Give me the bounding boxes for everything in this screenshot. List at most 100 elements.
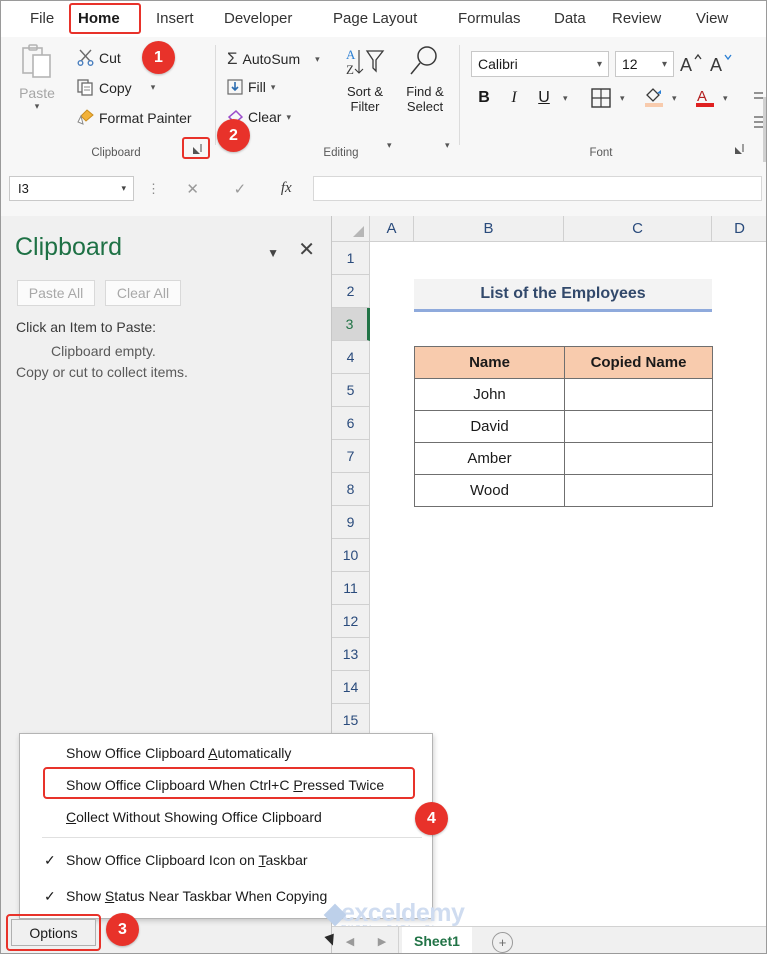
bold-button[interactable]: B [474, 87, 494, 109]
autosum-button[interactable]: Σ AutoSum ▾ [227, 49, 320, 69]
row-header-12[interactable]: 12 [332, 605, 370, 638]
sheet-nav-arrows[interactable]: ◀ ▶ [334, 927, 399, 953]
formula-input[interactable] [313, 176, 762, 201]
table-header-name[interactable]: Name [414, 346, 565, 379]
cell-copied-name-2[interactable] [564, 410, 713, 443]
tab-home[interactable]: Home [71, 5, 127, 31]
clear-all-button[interactable]: Clear All [105, 280, 181, 306]
sort-filter-button[interactable]: A Z Sort & Filter [337, 45, 393, 114]
row-header-7[interactable]: 7 [332, 440, 370, 473]
column-header-a[interactable]: A [370, 216, 414, 242]
row-header-8[interactable]: 8 [332, 473, 370, 506]
row-header-6[interactable]: 6 [332, 407, 370, 440]
sheet-title-cell[interactable]: List of the Employees [414, 279, 712, 312]
row-header-4[interactable]: 4 [332, 341, 370, 374]
autosum-chevron-down-icon[interactable]: ▾ [315, 54, 320, 65]
table-row: Amber [414, 442, 713, 475]
fill-color-chevron-down-icon[interactable]: ▾ [672, 93, 677, 104]
tab-file[interactable]: File [23, 5, 61, 31]
menu-item-show-automatically[interactable]: Show Office Clipboard Automatically [20, 737, 432, 769]
cell-name-3[interactable]: Amber [414, 442, 565, 475]
copy-button[interactable]: Copy ▾ [77, 79, 155, 96]
underline-button[interactable]: U [534, 87, 554, 109]
menu-item-show-status-near-taskbar[interactable]: ✓ Show Status Near Taskbar When Copying [20, 880, 432, 912]
increase-font-size-button[interactable]: A [679, 52, 703, 76]
clipboard-pane-close-icon[interactable]: ✕ [298, 237, 315, 262]
paste-all-button[interactable]: Paste All [17, 280, 95, 306]
name-box-chevron-down-icon[interactable]: ▾ [121, 183, 126, 194]
clear-chevron-down-icon[interactable]: ▾ [286, 112, 291, 123]
row-header-10[interactable]: 10 [332, 539, 370, 572]
column-header-d[interactable]: D [712, 216, 766, 242]
tab-page-layout[interactable]: Page Layout [326, 5, 424, 31]
fill-button[interactable]: Fill ▾ [227, 79, 275, 95]
cell-copied-name-4[interactable] [564, 474, 713, 507]
row-header-1[interactable]: 1 [332, 242, 370, 275]
row-header-11[interactable]: 11 [332, 572, 370, 605]
tab-data[interactable]: Data [547, 5, 593, 31]
underline-chevron-down-icon[interactable]: ▾ [563, 93, 568, 104]
menu-item-show-on-double-ctrl-c[interactable]: Show Office Clipboard When Ctrl+C Presse… [20, 769, 432, 801]
font-color-button[interactable]: A [693, 84, 717, 110]
row-header-5[interactable]: 5 [332, 374, 370, 407]
menu-item-collect-without-showing[interactable]: Collect Without Showing Office Clipboard [20, 801, 432, 833]
svg-text:A: A [697, 88, 707, 105]
cell-copied-name-3[interactable] [564, 442, 713, 475]
font-size-chevron-down-icon[interactable]: ▾ [662, 59, 667, 70]
borders-icon [591, 88, 611, 108]
row-header-14[interactable]: 14 [332, 671, 370, 704]
format-painter-button[interactable]: Format Painter [77, 109, 192, 126]
cell-copied-name-1[interactable] [564, 378, 713, 411]
confirm-check-icon[interactable]: ✓ [234, 180, 247, 198]
cell-name-2[interactable]: David [414, 410, 565, 443]
options-button[interactable]: Options [11, 919, 96, 946]
nav-next-icon[interactable]: ▶ [378, 935, 386, 948]
copy-chevron-down-icon[interactable]: ▾ [151, 82, 156, 93]
tab-insert[interactable]: Insert [149, 5, 201, 31]
nav-prev-icon[interactable]: ◀ [346, 935, 354, 948]
font-name-chevron-down-icon[interactable]: ▾ [597, 59, 602, 70]
clipboard-pane-title: Clipboard [15, 233, 123, 261]
cancel-icon[interactable]: ✕ [186, 180, 199, 198]
font-size-input[interactable]: 12 ▾ [615, 51, 674, 77]
row-header-13[interactable]: 13 [332, 638, 370, 671]
column-header-c[interactable]: C [564, 216, 712, 242]
paste-chevron-down-icon[interactable]: ▾ [35, 101, 40, 112]
tab-review[interactable]: Review [605, 5, 668, 31]
font-color-chevron-down-icon[interactable]: ▾ [723, 93, 728, 104]
add-sheet-icon[interactable]: + [492, 932, 513, 953]
tab-view[interactable]: View [689, 5, 735, 31]
fill-chevron-down-icon[interactable]: ▾ [271, 82, 276, 93]
fill-color-button[interactable] [642, 84, 666, 110]
find-select-button[interactable]: Find & Select [397, 45, 453, 114]
sigma-icon: Σ [227, 49, 238, 68]
find-select-chevron-down-icon[interactable]: ▾ [445, 140, 450, 151]
copy-label: Copy [99, 79, 132, 96]
menu-item-show-icon-on-taskbar[interactable]: ✓ Show Office Clipboard Icon on Taskbar [20, 844, 432, 876]
formula-bar-grip[interactable]: ⋮ [147, 181, 160, 197]
cell-name-1[interactable]: John [414, 378, 565, 411]
tab-formulas[interactable]: Formulas [451, 5, 528, 31]
clipboard-dialog-launcher-icon[interactable] [189, 143, 204, 158]
borders-button[interactable] [589, 86, 613, 110]
font-name-input[interactable]: Calibri ▾ [471, 51, 609, 77]
insert-function-icon[interactable]: fx [281, 180, 292, 197]
row-header-3[interactable]: 3 [332, 308, 370, 341]
clipboard-pane-chevron-down-icon[interactable]: ▼ [267, 246, 279, 260]
font-dialog-launcher-icon[interactable] [731, 143, 746, 158]
tab-developer[interactable]: Developer [217, 5, 299, 31]
borders-chevron-down-icon[interactable]: ▾ [620, 93, 625, 104]
name-box[interactable]: I3 ▾ [9, 176, 134, 201]
row-header-9[interactable]: 9 [332, 506, 370, 539]
cell-name-4[interactable]: Wood [414, 474, 565, 507]
column-header-b[interactable]: B [414, 216, 564, 242]
select-all-corner[interactable] [332, 216, 370, 242]
paste-button[interactable]: Paste ▾ [9, 43, 65, 143]
cut-button[interactable]: Cut [77, 49, 121, 66]
decrease-font-size-button[interactable]: A [709, 52, 733, 76]
table-header-copied-name[interactable]: Copied Name [564, 346, 713, 379]
row-header-2[interactable]: 2 [332, 275, 370, 308]
italic-button[interactable]: I [504, 87, 524, 109]
sheet-tab-sheet1[interactable]: Sheet1 [402, 927, 472, 953]
editing-group-label: Editing [323, 147, 359, 159]
